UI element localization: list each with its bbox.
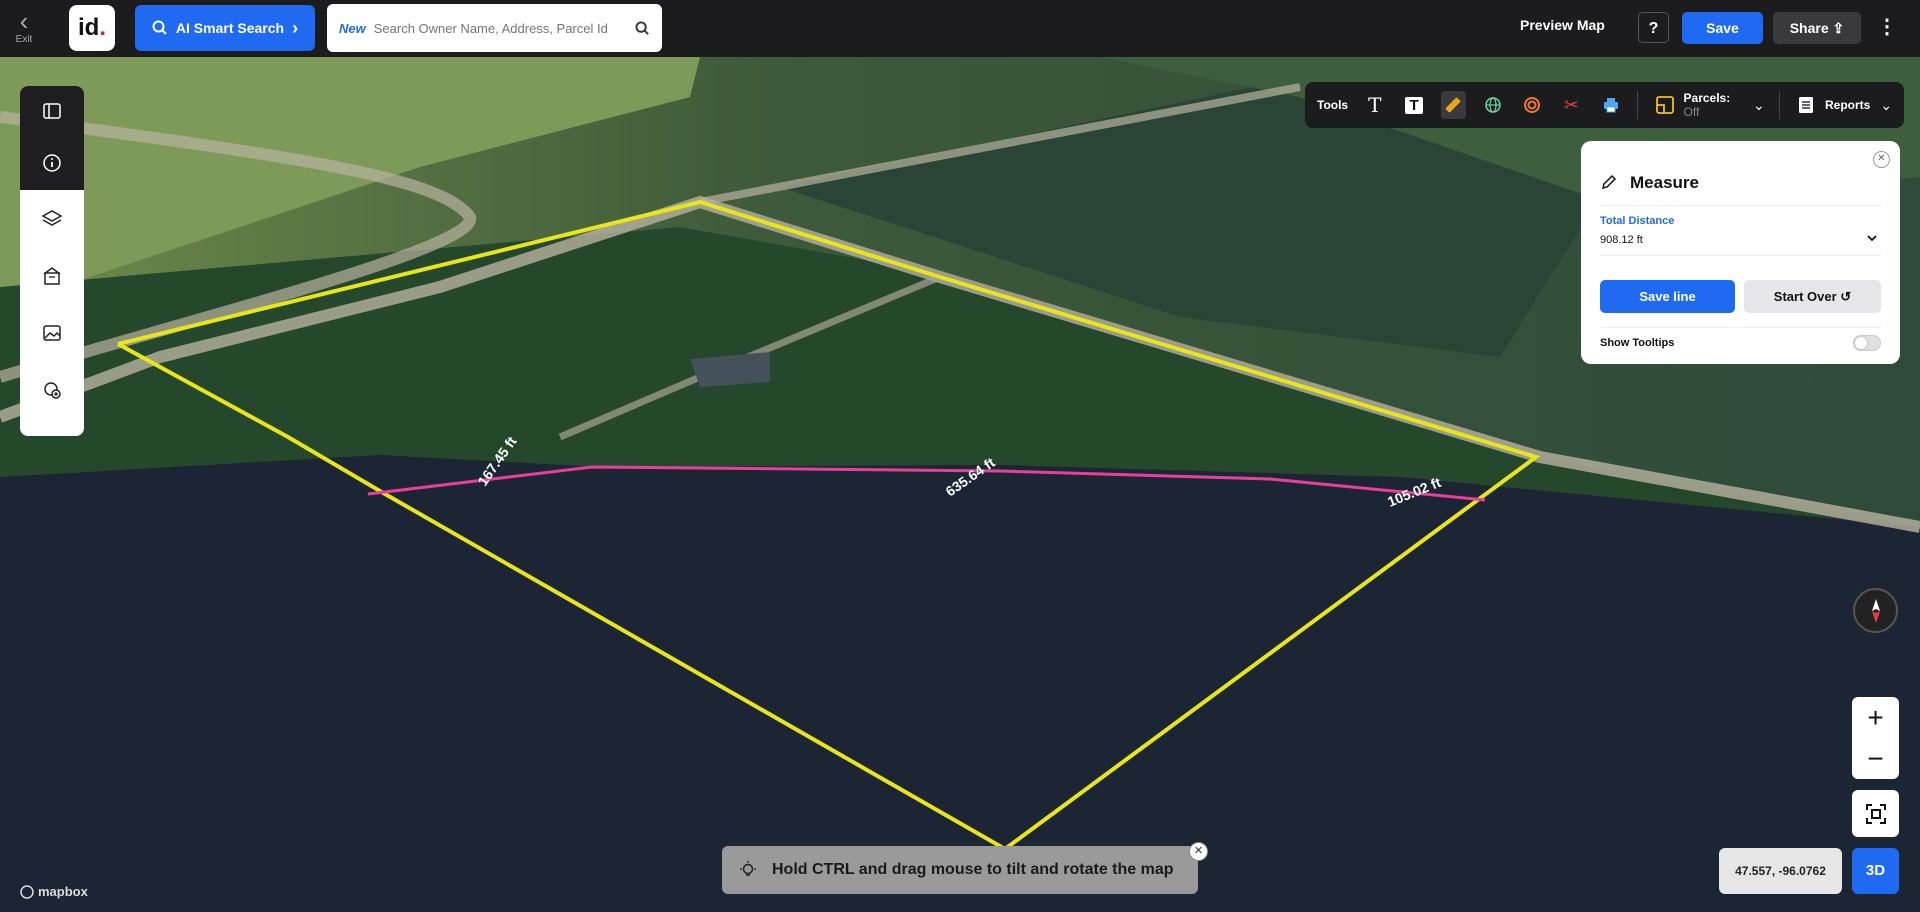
scissors-icon[interactable]: ✂ (1559, 91, 1584, 119)
chevron-right-icon: › (292, 17, 299, 38)
text-box-tool-icon[interactable]: T (1401, 91, 1426, 119)
zoom-controls: + − (1852, 697, 1899, 779)
undo-icon: ↺ (1840, 289, 1852, 304)
search-icon[interactable] (635, 20, 650, 36)
add-location-icon[interactable] (20, 361, 84, 418)
divider (1600, 205, 1881, 206)
fullscreen-icon (1865, 803, 1886, 824)
layers-icon[interactable] (20, 190, 84, 247)
share-button[interactable]: Share ⇪ (1773, 12, 1861, 44)
coordinates-readout: 47.557, -96.0762 (1719, 848, 1842, 894)
ai-smart-search-label: AI Smart Search (175, 20, 285, 36)
ai-smart-search-button[interactable]: AI Smart Search › (135, 5, 315, 51)
pencil-icon (1601, 174, 1617, 190)
zoom-out-button[interactable]: − (1852, 738, 1899, 779)
reports-button[interactable]: Reports (1825, 98, 1870, 112)
search-icon (152, 20, 167, 35)
exit-label: Exit (15, 34, 33, 45)
measure-panel: ✕ Measure Total Distance 908.12 ft Save … (1581, 141, 1900, 364)
total-distance-label: Total Distance (1600, 215, 1675, 227)
top-bar: ‹ Exit id. AI Smart Search › New Preview… (0, 0, 1920, 57)
preview-map-button[interactable]: Preview Map (1520, 17, 1605, 33)
exit-button[interactable]: ‹ Exit (0, 0, 48, 57)
tools-label: Tools (1317, 98, 1349, 112)
left-sidebar (20, 86, 84, 436)
fullscreen-button[interactable] (1852, 790, 1899, 837)
ruler-icon[interactable] (1440, 91, 1467, 119)
zoom-in-button[interactable]: + (1852, 697, 1899, 738)
divider (1600, 255, 1881, 256)
new-badge: New (339, 20, 366, 36)
compass-icon[interactable] (1853, 588, 1898, 633)
close-icon[interactable]: ✕ (1189, 842, 1208, 861)
info-icon[interactable] (20, 136, 84, 190)
mapbox-logo-icon (20, 884, 34, 899)
show-tooltips-label: Show Tooltips (1600, 337, 1675, 349)
search-input[interactable] (371, 19, 635, 37)
hint-banner: Hold CTRL and drag mouse to tilt and rot… (722, 846, 1198, 894)
app-logo[interactable]: id. (69, 5, 115, 51)
radius-icon[interactable] (1519, 91, 1544, 119)
divider (1600, 327, 1881, 328)
more-menu-icon[interactable]: ⋮ (1877, 12, 1897, 44)
mapbox-attribution[interactable]: mapbox (20, 884, 88, 899)
imagery-icon[interactable] (20, 304, 84, 361)
chevron-down-icon[interactable]: ⌄ (1753, 97, 1765, 114)
3d-toggle-button[interactable]: 3D (1852, 848, 1899, 894)
print-icon[interactable] (1598, 91, 1623, 119)
toolbar-divider (1637, 91, 1639, 119)
collapse-panel-icon[interactable] (20, 86, 84, 136)
chevron-left-icon: ‹ (19, 6, 29, 36)
total-distance-value: 908.12 ft (1600, 234, 1643, 246)
save-line-button[interactable]: Save line (1600, 280, 1735, 313)
text-tool-icon[interactable]: T (1362, 91, 1387, 119)
start-over-button[interactable]: Start Over ↺ (1744, 280, 1881, 313)
buildings-icon[interactable] (20, 247, 84, 304)
lightbulb-icon (740, 861, 756, 876)
close-icon[interactable]: ✕ (1873, 151, 1890, 168)
help-button[interactable]: ? (1638, 12, 1669, 43)
globe-icon[interactable] (1480, 91, 1505, 119)
hint-text: Hold CTRL and drag mouse to tilt and rot… (772, 861, 1174, 878)
reports-icon[interactable] (1794, 91, 1819, 119)
share-icon: ⇪ (1832, 20, 1845, 36)
parcels-icon[interactable] (1652, 91, 1677, 119)
tools-toolbar: Tools T T ✂ Parcels: Off ⌄ Reports ⌄ (1305, 82, 1904, 128)
chevron-down-icon[interactable] (1866, 232, 1878, 244)
chevron-down-icon[interactable]: ⌄ (1880, 97, 1892, 114)
parcels-toggle[interactable]: Parcels: Off (1684, 91, 1744, 119)
show-tooltips-toggle[interactable] (1853, 335, 1881, 351)
toolbar-divider (1778, 91, 1780, 119)
save-button[interactable]: Save (1682, 12, 1763, 44)
search-bar: New (327, 4, 662, 52)
measure-title: Measure (1630, 173, 1699, 192)
